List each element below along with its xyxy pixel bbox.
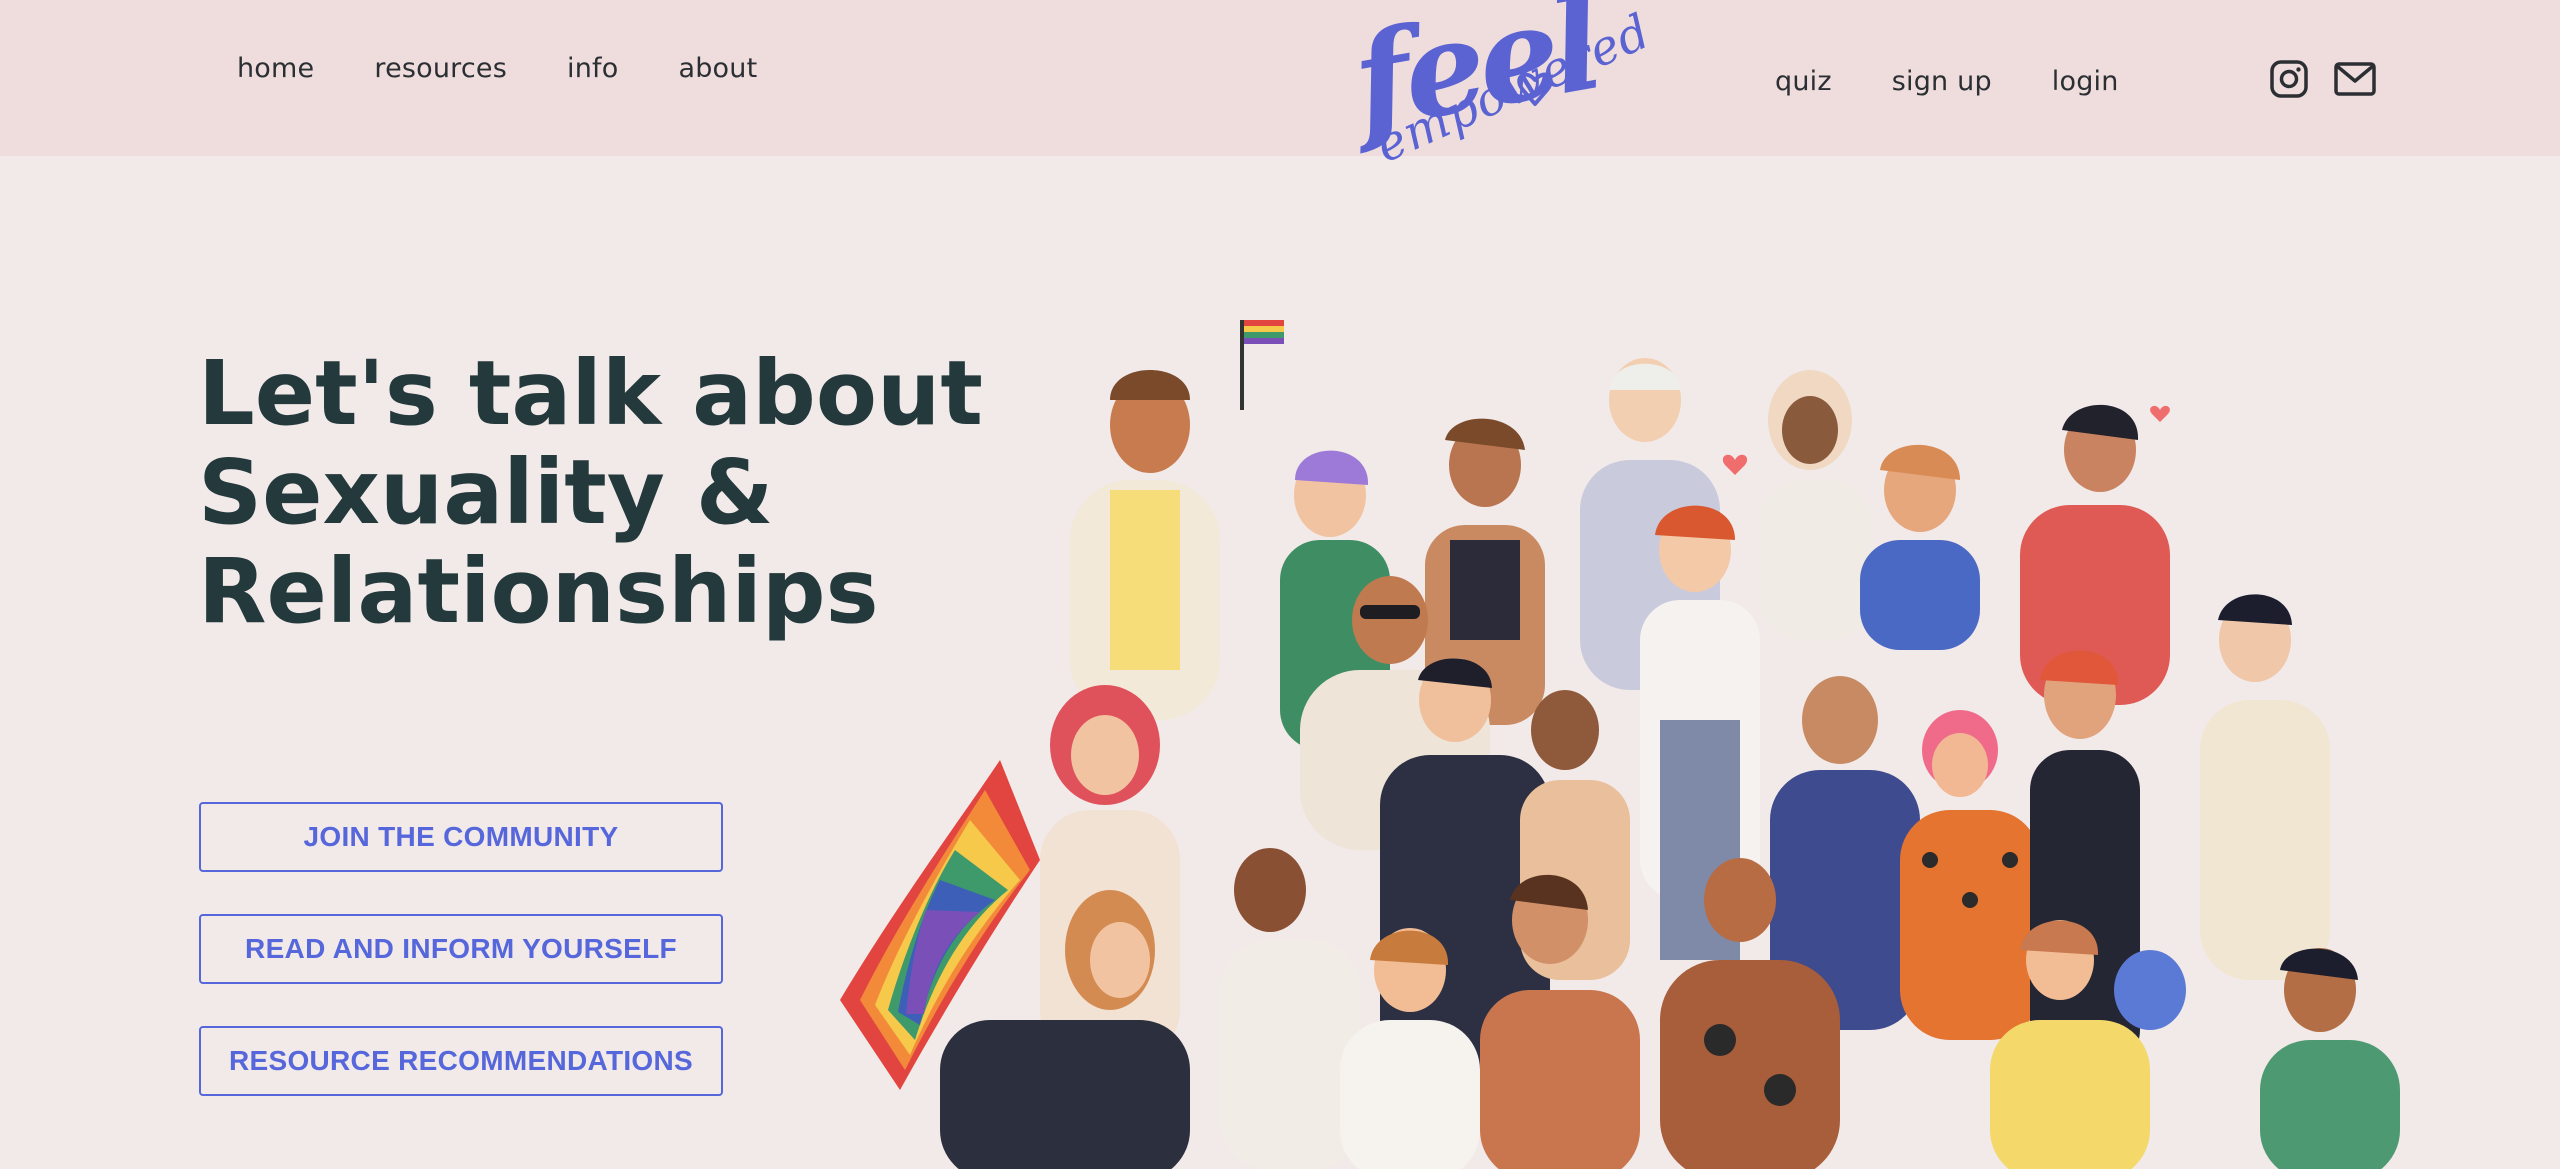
crowd-people <box>940 320 2400 1169</box>
nav-info-link[interactable]: info <box>567 53 618 84</box>
crowd-illustration <box>840 320 2400 1169</box>
mail-icon[interactable] <box>2334 62 2376 100</box>
logo-heart-icon <box>1517 72 1553 106</box>
primary-nav: home resources info about <box>237 53 757 84</box>
resource-recommendations-button[interactable]: RESOURCE RECOMMENDATIONS <box>199 1026 723 1096</box>
account-nav: quiz sign up login <box>1775 66 2119 97</box>
join-community-button[interactable]: JOIN THE COMMUNITY <box>199 802 723 872</box>
read-inform-button[interactable]: READ AND INFORM YOURSELF <box>199 914 723 984</box>
nav-quiz-link[interactable]: quiz <box>1775 66 1832 97</box>
nav-resources-link[interactable]: resources <box>374 53 507 84</box>
top-navigation-bar: home resources info about quiz sign up l… <box>0 0 2560 156</box>
brand-logo[interactable]: feel empowered <box>1343 0 1659 262</box>
nav-home-link[interactable]: home <box>237 53 314 84</box>
social-links <box>2270 60 2376 102</box>
nav-signup-link[interactable]: sign up <box>1892 66 1992 97</box>
instagram-icon[interactable] <box>2270 60 2308 102</box>
nav-login-link[interactable]: login <box>2052 66 2119 97</box>
nav-about-link[interactable]: about <box>678 53 757 84</box>
